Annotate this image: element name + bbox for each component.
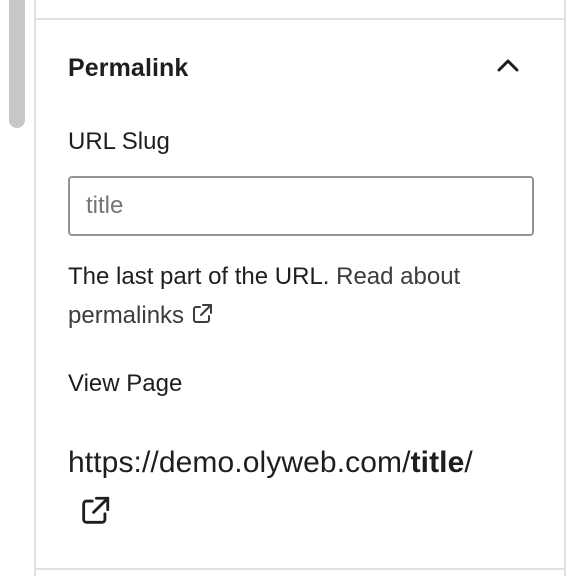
right-edge (566, 0, 582, 576)
view-url-suffix: / (464, 446, 473, 479)
url-slug-label: URL Slug (68, 128, 170, 155)
panel-divider-bottom (36, 568, 564, 570)
view-url-base: https://demo.olyweb.com/ (68, 446, 411, 479)
chevron-up-icon[interactable] (494, 52, 522, 80)
url-slug-input[interactable] (68, 176, 534, 236)
view-url-slug: title (410, 446, 465, 479)
permalink-sidebar-page: Permalink URL Slug The last part of the … (0, 0, 582, 576)
external-link-icon[interactable] (78, 494, 112, 528)
external-link-icon (193, 304, 213, 323)
help-text: The last part of the URL. (68, 263, 337, 290)
permalink-panel: Permalink URL Slug The last part of the … (34, 0, 566, 576)
view-page-link[interactable]: https://demo.olyweb.com/title/ (68, 446, 473, 480)
permalink-section-toggle[interactable]: Permalink (36, 20, 564, 112)
url-slug-help: The last part of the URL. Read about per… (68, 257, 548, 335)
scrollbar-track[interactable] (0, 0, 34, 576)
section-title: Permalink (68, 54, 189, 82)
view-page-label: View Page (68, 370, 183, 397)
scrollbar-thumb[interactable] (9, 0, 25, 128)
